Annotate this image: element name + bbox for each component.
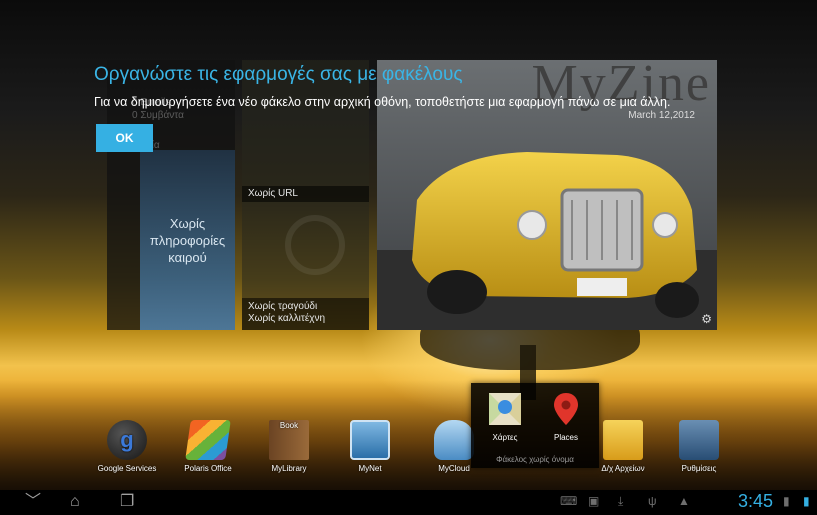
back-icon[interactable]: ﹀ xyxy=(25,493,41,511)
app-label: Δ/χ Αρχείων xyxy=(601,464,645,473)
navigation-bar: ﹀ ⌂ ❐ ⌨ ▣ ⤓ ψ ▲ 3:45 ▮ ▮ xyxy=(0,490,817,515)
folder-popup[interactable]: Χάρτες Places Φάκελος χωρίς όνομα xyxy=(471,383,599,468)
places-pin-icon xyxy=(554,393,578,425)
weather-text: Χωρίς πληροφορίες καιρού xyxy=(149,215,226,265)
gallery-icon: ▣ xyxy=(588,494,600,508)
keyboard-icon: ⌨ xyxy=(560,494,578,508)
folder-item-label: Places xyxy=(553,433,578,442)
app-label: MyLibrary xyxy=(271,464,307,473)
myzine-date: March 12,2012 xyxy=(628,110,695,121)
tutorial-text: Για να δημιουργήσετε ένα νέο φάκελο στην… xyxy=(94,95,671,109)
home-icon[interactable]: ⌂ xyxy=(70,493,80,511)
app-label: Google Services xyxy=(97,464,157,473)
app-settings[interactable]: Ρυθμίσεις xyxy=(659,420,739,473)
folder-name[interactable]: Φάκελος χωρίς όνομα xyxy=(471,455,599,464)
gear-icon[interactable]: ⚙ xyxy=(701,312,712,326)
mycloud-icon xyxy=(434,420,474,460)
home-screen: 0 Emails 0 Συμβάντα Βιβλία Χωρίς πληροφο… xyxy=(0,0,817,515)
app-polaris-office[interactable]: Polaris Office xyxy=(168,420,248,473)
tutorial-title: Οργανώστε τις εφαρμογές σας με φακέλους xyxy=(94,64,463,85)
download-icon: ⤓ xyxy=(618,494,624,508)
warning-icon: ▲ xyxy=(678,494,690,508)
clock[interactable]: 3:45 xyxy=(738,491,773,512)
app-mylibrary[interactable]: Book MyLibrary xyxy=(249,420,329,473)
settings-icon xyxy=(679,420,719,460)
ok-button[interactable]: OK xyxy=(96,124,153,152)
music-disc-icon xyxy=(285,215,345,275)
signal-icon: ▮ xyxy=(783,494,790,508)
google-services-icon: g xyxy=(107,420,147,460)
weather-widget[interactable]: Χωρίς πληροφορίες καιρού xyxy=(140,150,235,330)
app-mynet[interactable]: MyNet xyxy=(330,420,410,473)
usb-icon: ψ xyxy=(648,494,657,508)
song-title: Χωρίς τραγούδι xyxy=(248,301,318,312)
app-google-services[interactable]: g Google Services xyxy=(87,420,167,473)
app-label: MyCloud xyxy=(438,464,470,473)
recent-apps-icon[interactable]: ❐ xyxy=(120,493,134,511)
artist-name: Χωρίς καλλιτέχνη xyxy=(248,313,326,324)
folder-item-maps[interactable]: Χάρτες xyxy=(480,391,530,442)
music-widget-info[interactable]: Χωρίς τραγούδι Χωρίς καλλιτέχνη xyxy=(242,298,369,330)
app-label: Polaris Office xyxy=(184,464,232,473)
browser-url-text[interactable]: Χωρίς URL xyxy=(242,186,369,202)
battery-icon: ▮ xyxy=(803,494,810,508)
mynet-icon xyxy=(350,420,390,460)
maps-icon xyxy=(489,393,521,425)
folder-item-label: Χάρτες xyxy=(492,433,518,442)
folder-item-places[interactable]: Places xyxy=(541,391,591,442)
app-label: Ρυθμίσεις xyxy=(681,464,717,473)
mylibrary-icon: Book xyxy=(269,420,309,460)
polaris-office-icon xyxy=(185,420,231,460)
file-manager-icon xyxy=(603,420,643,460)
app-label: MyNet xyxy=(358,464,382,473)
events-count: 0 Συμβάντα xyxy=(132,110,184,121)
